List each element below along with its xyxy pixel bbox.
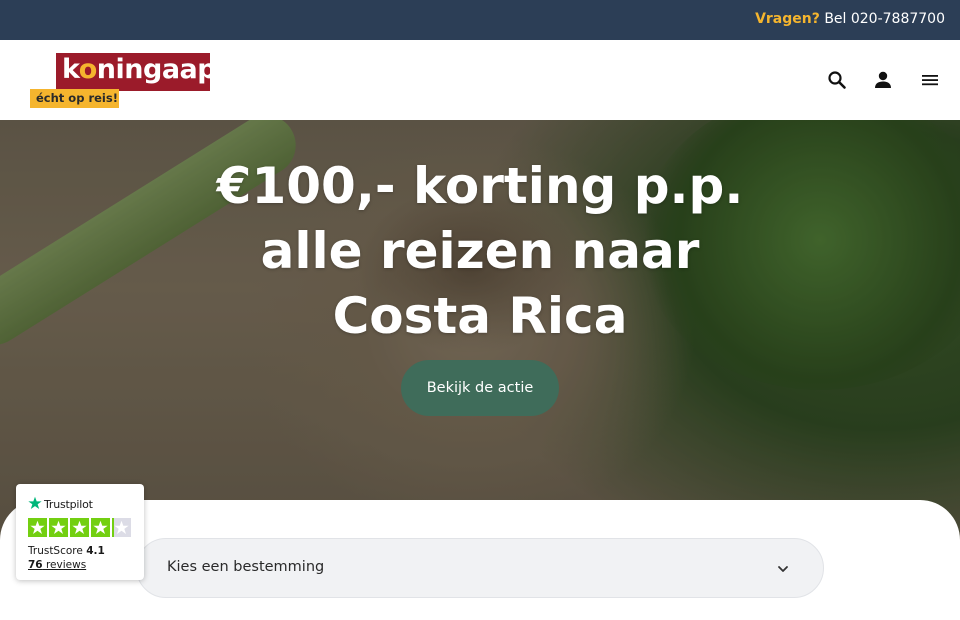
menu-icon[interactable] bbox=[918, 68, 942, 92]
site-header: koningaap écht op reis! bbox=[0, 40, 960, 120]
destination-select-value: Kies een bestemming bbox=[167, 559, 325, 575]
trustpilot-brand-label: Trustpilot bbox=[44, 498, 93, 511]
star-icon bbox=[49, 518, 68, 537]
hero-banner: €100,- korting p.p. alle reizen naar Cos… bbox=[0, 120, 960, 540]
trustscore-value: 4.1 bbox=[86, 545, 105, 557]
trustpilot-widget[interactable]: Trustpilot TrustScore 4.1 76 reviews bbox=[16, 484, 144, 580]
reviews-link[interactable]: 76 reviews bbox=[28, 559, 86, 571]
bekijk-actie-button[interactable]: Bekijk de actie bbox=[401, 360, 559, 416]
star-icon bbox=[28, 518, 47, 537]
hero-title-line3: Costa Rica bbox=[332, 287, 628, 345]
trustpilot-star-icon bbox=[28, 496, 42, 510]
contact-phone[interactable]: Bel 020-7887700 bbox=[824, 11, 945, 27]
hero-title-line2: alle reizen naar bbox=[260, 222, 700, 280]
reviews-label: reviews bbox=[45, 559, 87, 571]
hero-title: €100,- korting p.p. alle reizen naar Cos… bbox=[180, 154, 780, 349]
logo-wordmark-box: koningaap bbox=[56, 53, 217, 91]
logo[interactable]: koningaap écht op reis! bbox=[30, 53, 217, 109]
logo-tagline-box: écht op reis! bbox=[30, 89, 119, 108]
trustscore: TrustScore 4.1 bbox=[28, 545, 105, 557]
destination-select[interactable]: Kies een bestemming bbox=[136, 538, 824, 598]
trustscore-label: TrustScore bbox=[28, 545, 83, 557]
trustpilot-stars bbox=[28, 518, 133, 537]
hero-title-line1: €100,- korting p.p. bbox=[216, 157, 744, 215]
user-icon[interactable] bbox=[871, 68, 895, 92]
logo-wordmark: koningaap bbox=[62, 54, 217, 85]
chevron-down-icon bbox=[773, 559, 793, 579]
star-icon bbox=[91, 518, 110, 537]
search-icon[interactable] bbox=[825, 68, 849, 92]
logo-tagline: écht op reis! bbox=[36, 91, 118, 105]
review-count: 76 bbox=[28, 559, 43, 571]
star-partial-icon bbox=[112, 518, 131, 537]
contact-question: Vragen? bbox=[755, 11, 820, 27]
star-icon bbox=[70, 518, 89, 537]
top-bar: Vragen? Bel 020-7887700 bbox=[0, 0, 960, 40]
contact-line[interactable]: Vragen? Bel 020-7887700 bbox=[755, 11, 945, 27]
